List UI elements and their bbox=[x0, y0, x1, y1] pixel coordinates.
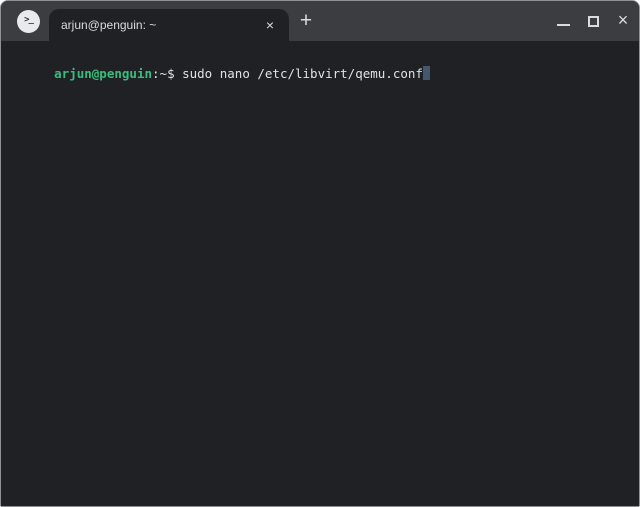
tab-close-icon[interactable]: × bbox=[261, 16, 279, 34]
new-tab-button[interactable]: + bbox=[293, 8, 319, 34]
prompt-line: arjun@penguin:~$ sudo nano /etc/libvirt/q… bbox=[9, 48, 631, 99]
minimize-icon bbox=[556, 24, 570, 26]
close-button[interactable]: × bbox=[615, 1, 631, 41]
prompt-separator: : bbox=[152, 66, 160, 81]
terminal-prompt-icon: >_ bbox=[24, 15, 34, 25]
prompt-user-host: arjun@penguin bbox=[54, 66, 152, 81]
window-controls: × bbox=[555, 1, 631, 41]
tab-title: arjun@penguin: ~ bbox=[61, 18, 157, 32]
terminal-screen[interactable]: arjun@penguin:~$ sudo nano /etc/libvirt/q… bbox=[1, 41, 639, 506]
close-icon: × bbox=[617, 10, 629, 30]
prompt-symbol: $ bbox=[167, 66, 175, 81]
terminal-tab[interactable]: arjun@penguin: ~ × bbox=[49, 9, 289, 41]
text-cursor bbox=[422, 66, 431, 80]
minimize-button[interactable] bbox=[555, 1, 571, 41]
terminal-app-icon: >_ bbox=[17, 9, 40, 33]
titlebar: >_ arjun@penguin: ~ × + × bbox=[1, 1, 639, 41]
terminal-window: >_ arjun@penguin: ~ × + × arjun@penguin:… bbox=[0, 0, 640, 507]
maximize-icon bbox=[587, 15, 599, 27]
maximize-button[interactable] bbox=[585, 1, 601, 41]
command-text: sudo nano /etc/libvirt/qemu.conf bbox=[182, 66, 423, 81]
prompt-path: ~ bbox=[159, 66, 168, 81]
